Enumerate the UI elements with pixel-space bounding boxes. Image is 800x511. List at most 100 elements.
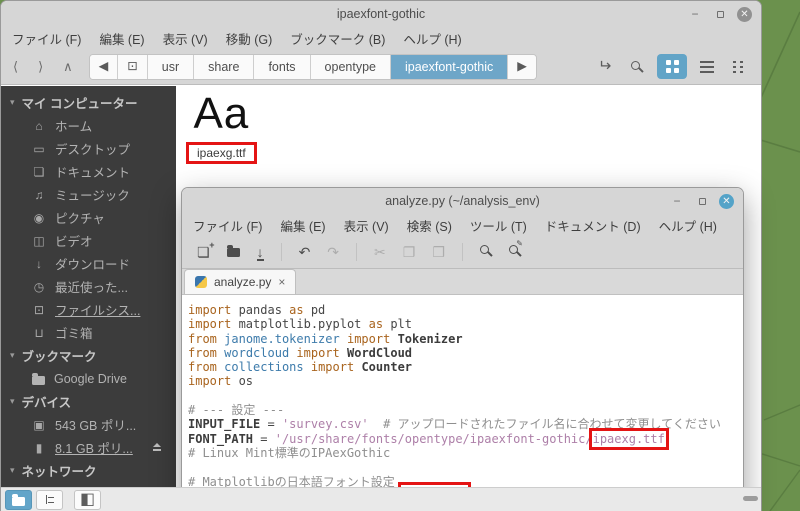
redo-button[interactable]: ↷ bbox=[327, 244, 339, 260]
undo-button[interactable]: ↶ bbox=[299, 244, 311, 260]
close-button[interactable]: ✕ bbox=[737, 7, 752, 22]
menu-item[interactable]: 表示 (V) bbox=[163, 29, 208, 48]
sidebar-section-header[interactable]: ▾マイ コンピューター bbox=[1, 91, 176, 114]
code-line: import pandas as pd bbox=[188, 303, 741, 317]
close-button[interactable]: ✕ bbox=[719, 194, 734, 209]
menu-item[interactable]: ツール (T) bbox=[470, 216, 527, 235]
code-editor[interactable]: import pandas as pdimport matplotlib.pyp… bbox=[182, 298, 743, 511]
sidebar-item[interactable]: ❏ドキュメント bbox=[1, 160, 176, 183]
sidebar-item[interactable]: ⊔ ゴミ箱 bbox=[1, 321, 176, 344]
trash-icon: ⊔ bbox=[32, 327, 46, 339]
breadcrumb-item-opentype[interactable]: opentype bbox=[311, 55, 391, 79]
toggle-sidebar-icon: ◧ bbox=[80, 492, 95, 508]
menu-item[interactable]: ヘルプ (H) bbox=[403, 29, 461, 48]
menu-item[interactable]: 検索 (S) bbox=[407, 216, 452, 235]
back-button[interactable]: ⟨ bbox=[13, 59, 18, 75]
code-token: plt bbox=[383, 317, 412, 331]
sidebar-item[interactable]: Google Drive bbox=[1, 367, 176, 390]
menu-item[interactable]: 編集 (E) bbox=[280, 216, 325, 235]
sidebar-section-header[interactable]: ▾デバイス bbox=[1, 390, 176, 413]
menu-item[interactable]: ファイル (F) bbox=[12, 29, 81, 48]
desktop-icon: ▭ bbox=[32, 143, 46, 155]
save-button[interactable]: ↓ bbox=[257, 244, 264, 261]
menu-item[interactable]: ブックマーク (B) bbox=[290, 29, 385, 48]
editor-titlebar[interactable]: analyze.py (~/analysis_env) − ✕ bbox=[182, 188, 743, 214]
compact-view-button[interactable] bbox=[727, 55, 751, 79]
breadcrumb-overflow[interactable]: ▶ bbox=[508, 55, 536, 79]
python-icon bbox=[195, 276, 207, 288]
zoom-slider-handle[interactable] bbox=[743, 496, 758, 501]
sidebar-item[interactable]: ↓ダウンロード bbox=[1, 252, 176, 275]
toolbar-separator bbox=[356, 243, 357, 261]
paste-button[interactable]: ❒ bbox=[432, 244, 445, 260]
code-line: import os bbox=[188, 374, 741, 388]
sidebar-item[interactable]: ◷最近使った... bbox=[1, 275, 176, 298]
search-replace-button[interactable] bbox=[509, 244, 521, 260]
up-button[interactable]: ∧ bbox=[63, 59, 73, 75]
download-icon: ↓ bbox=[32, 258, 46, 270]
breadcrumb-root[interactable]: ⊡ bbox=[118, 55, 147, 79]
font-file-item[interactable]: Aa ipaexg.ttf bbox=[186, 90, 257, 164]
file-manager-titlebar[interactable]: ipaexfont-gothic − ✕ bbox=[1, 1, 761, 27]
breadcrumb-item-ipaexfont-gothic[interactable]: ipaexfont-gothic bbox=[391, 55, 508, 79]
places-toggle-button[interactable] bbox=[5, 490, 32, 510]
search-button[interactable] bbox=[480, 244, 492, 260]
breadcrumb-item-fonts[interactable]: fonts bbox=[254, 55, 310, 79]
undo-icon: ↶ bbox=[299, 245, 311, 259]
sidebar-item[interactable]: ♫ミュージック bbox=[1, 183, 176, 206]
chevron-right-icon: ▶ bbox=[517, 60, 527, 73]
menu-item[interactable]: 編集 (E) bbox=[99, 29, 144, 48]
copy-button[interactable]: ❐ bbox=[403, 244, 416, 260]
sidebar-item[interactable]: ◫ビデオ bbox=[1, 229, 176, 252]
code-token: ' bbox=[665, 432, 672, 446]
treeview-toggle-button[interactable] bbox=[36, 490, 63, 510]
code-line: FONT_PATH = '/usr/share/fonts/opentype/i… bbox=[188, 432, 741, 446]
forward-button[interactable]: ⟩ bbox=[38, 59, 43, 75]
sidebar-item[interactable]: ▣543 GB ポリ... bbox=[1, 413, 176, 436]
tab-analyze-py[interactable]: analyze.py × bbox=[184, 269, 296, 294]
sidebar-item-label: ゴミ箱 bbox=[55, 323, 93, 342]
breadcrumb-scroll-left[interactable]: ◀ bbox=[90, 55, 119, 79]
breadcrumb-item-usr[interactable]: usr bbox=[148, 55, 194, 79]
location-entry-button[interactable]: ↵ bbox=[593, 55, 617, 79]
breadcrumb-item-share[interactable]: share bbox=[194, 55, 254, 79]
menu-item[interactable]: 移動 (G) bbox=[226, 29, 273, 48]
new-document-button[interactable]: ❏ bbox=[197, 244, 210, 260]
expander-icon: ▾ bbox=[10, 350, 15, 361]
maximize-icon bbox=[717, 11, 724, 18]
sidebar-item[interactable]: ▭デスクトップ bbox=[1, 137, 176, 160]
code-token: wordcloud bbox=[224, 346, 289, 360]
copy-icon: ❐ bbox=[403, 245, 416, 259]
toggle-sidebar-toggle-button[interactable]: ◧ bbox=[74, 490, 101, 510]
cut-button[interactable]: ✂ bbox=[374, 244, 386, 260]
sidebar-item[interactable]: ▮8.1 GB ポリ... bbox=[1, 436, 176, 459]
menu-item[interactable]: ファイル (F) bbox=[193, 216, 262, 235]
sidebar-item[interactable]: ◉ピクチャ bbox=[1, 206, 176, 229]
sidebar-item[interactable]: ⊡ファイルシス... bbox=[1, 298, 176, 321]
maximize-button[interactable] bbox=[712, 6, 728, 22]
usb-icon: ▮ bbox=[32, 442, 46, 454]
search-button[interactable] bbox=[625, 55, 649, 79]
video-icon: ◫ bbox=[32, 235, 46, 247]
open-button[interactable] bbox=[227, 244, 240, 260]
minimize-button[interactable]: − bbox=[687, 6, 703, 22]
sidebar-section-header[interactable]: ▾ネットワーク bbox=[1, 459, 176, 482]
code-token bbox=[390, 332, 397, 346]
sidebar-section-header[interactable]: ▾ ブックマーク bbox=[1, 344, 176, 367]
list-view-button[interactable] bbox=[695, 55, 719, 79]
open-icon bbox=[227, 248, 240, 257]
minimize-button[interactable]: − bbox=[669, 193, 685, 209]
window-title: ipaexfont-gothic bbox=[337, 7, 425, 21]
menu-item[interactable]: ヘルプ (H) bbox=[659, 216, 717, 235]
eject-button[interactable] bbox=[152, 441, 162, 455]
code-line: from collections import Counter bbox=[188, 360, 741, 374]
tab-close-icon[interactable]: × bbox=[278, 275, 285, 289]
section-label: ブックマーク bbox=[22, 346, 97, 365]
maximize-button[interactable] bbox=[694, 193, 710, 209]
menu-item[interactable]: ドキュメント (D) bbox=[545, 216, 641, 235]
menu-item[interactable]: 表示 (V) bbox=[344, 216, 389, 235]
code-token: '/usr/share/fonts/opentype/ipaexfont-got… bbox=[275, 432, 593, 446]
sidebar-item[interactable]: ⌂ホーム bbox=[1, 114, 176, 137]
search-replace-icon bbox=[509, 245, 518, 254]
grid-view-button[interactable] bbox=[657, 54, 687, 79]
